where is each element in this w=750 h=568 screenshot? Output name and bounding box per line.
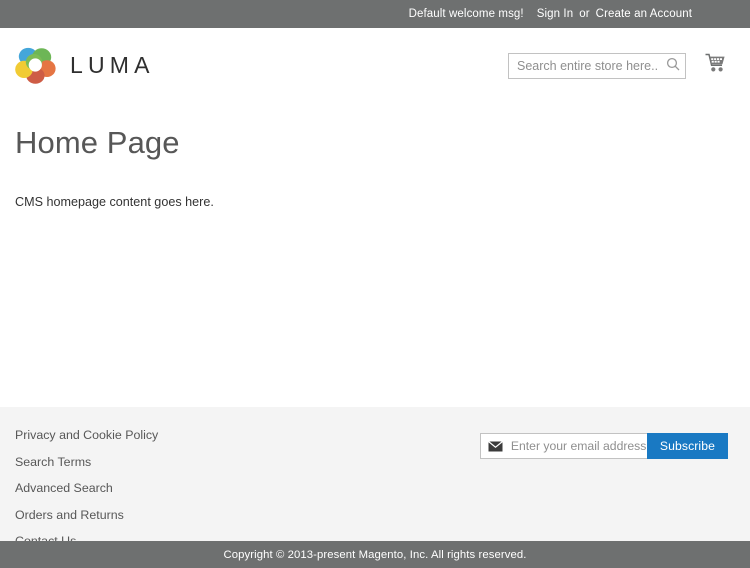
main-content: Home Page CMS homepage content goes here… [0, 100, 750, 400]
footer-link-search-terms[interactable]: Search Terms [15, 455, 91, 469]
footer-link-privacy-and-cookie-policy[interactable]: Privacy and Cookie Policy [15, 428, 158, 442]
footer-links-list: Privacy and Cookie Policy Search Terms A… [15, 426, 158, 559]
newsletter-email-input[interactable] [503, 435, 671, 457]
logo-text: LUMA [70, 52, 155, 79]
search-icon [666, 57, 680, 74]
footer-link-advanced-search[interactable]: Advanced Search [15, 481, 113, 495]
cms-content-text: CMS homepage content goes here. [15, 194, 735, 212]
cart-link[interactable] [702, 53, 728, 79]
envelope-icon [488, 439, 503, 454]
site-footer: Privacy and Cookie Policy Search Terms A… [0, 407, 750, 541]
link-separator: or [579, 8, 589, 20]
page-title: Home Page [15, 126, 735, 160]
create-account-link[interactable]: Create an Account [596, 8, 692, 20]
logo-link[interactable]: LUMA [15, 46, 155, 84]
list-item: Advanced Search [15, 479, 158, 497]
search-button[interactable] [663, 56, 683, 76]
top-panel: Default welcome msg! Sign In or Create a… [0, 0, 750, 28]
search-box [508, 53, 686, 79]
top-panel-links: Default welcome msg! Sign In or Create a… [409, 8, 692, 20]
welcome-message: Default welcome msg! [409, 8, 524, 20]
list-item: Privacy and Cookie Policy [15, 426, 158, 444]
newsletter-input-wrap [480, 433, 647, 459]
header-actions [508, 53, 728, 79]
newsletter-form: Subscribe [480, 433, 728, 459]
shopping-cart-icon [705, 53, 726, 78]
list-item: Orders and Returns [15, 506, 158, 524]
search-input[interactable] [508, 53, 686, 79]
list-item: Search Terms [15, 453, 158, 471]
copyright-bar: Copyright © 2013-present Magento, Inc. A… [0, 541, 750, 568]
luma-flower-logo-icon [15, 46, 56, 84]
copyright-text: Copyright © 2013-present Magento, Inc. A… [223, 549, 526, 561]
footer-link-orders-and-returns[interactable]: Orders and Returns [15, 508, 124, 522]
site-header: LUMA [0, 28, 750, 100]
sign-in-link[interactable]: Sign In [537, 8, 574, 20]
